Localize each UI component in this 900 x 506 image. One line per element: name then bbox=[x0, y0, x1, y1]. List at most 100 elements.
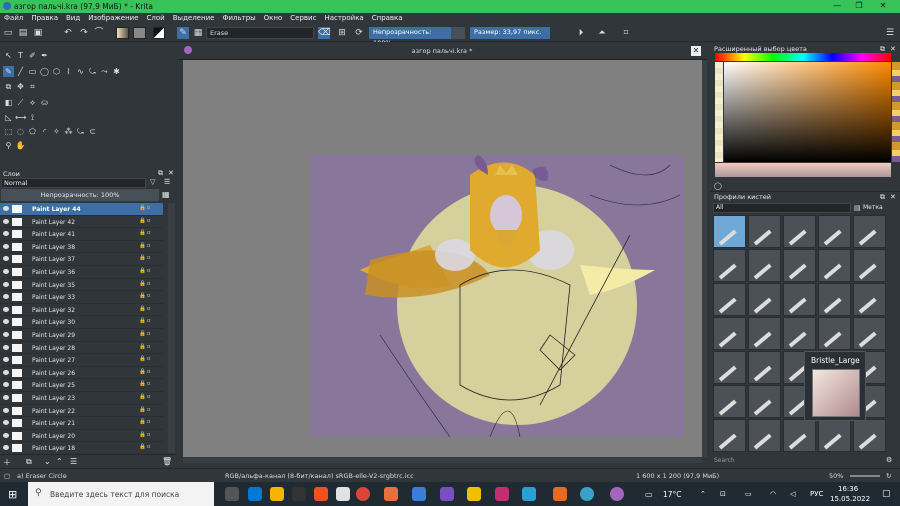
close-panel-icon[interactable]: ✕ bbox=[168, 169, 174, 177]
layer-lock-alpha-icons[interactable]: 🔒α bbox=[139, 407, 151, 413]
menu-tools[interactable]: Сервис bbox=[286, 13, 320, 23]
brush-preset-item[interactable] bbox=[818, 317, 851, 350]
layer-lock-alpha-icons[interactable]: 🔒α bbox=[139, 344, 151, 350]
gradient-tool-icon[interactable]: ◧ bbox=[3, 97, 14, 108]
app-icon-3[interactable] bbox=[412, 487, 426, 501]
gradient-swatch[interactable] bbox=[116, 27, 129, 39]
brush-presets-icon[interactable]: ✎ bbox=[177, 27, 189, 39]
artwork[interactable] bbox=[310, 155, 684, 437]
open-document-icon[interactable]: ▤ bbox=[17, 27, 29, 39]
taskbar-search[interactable]: ⚲ Введите здесь текст для поиска bbox=[28, 482, 214, 506]
polyline-tool-icon[interactable]: ⌇ bbox=[63, 66, 74, 77]
zoom-level[interactable]: 50% bbox=[829, 472, 843, 480]
mirror-vertical-icon[interactable]: ⏶ bbox=[596, 27, 608, 39]
multibrush-icon[interactable]: ✱ bbox=[111, 66, 122, 77]
visibility-icon[interactable] bbox=[3, 407, 9, 413]
layer-lock-alpha-icons[interactable]: 🔒α bbox=[139, 432, 151, 438]
brush-preset-item[interactable] bbox=[748, 419, 781, 452]
visibility-icon[interactable] bbox=[3, 344, 9, 350]
menu-select[interactable]: Выделение bbox=[169, 13, 219, 23]
layer-row[interactable]: Paint Layer 36 🔒α bbox=[0, 266, 163, 279]
calligraphy-icon[interactable]: ✒ bbox=[39, 50, 50, 61]
visibility-icon[interactable] bbox=[3, 319, 9, 325]
layer-lock-alpha-icons[interactable]: 🔒α bbox=[139, 268, 151, 274]
alpha-lock-icon[interactable]: ⊞ bbox=[336, 27, 348, 39]
layer-opacity-slider[interactable]: Непрозрачность: 100% bbox=[1, 189, 159, 201]
smart-patch-icon[interactable]: ⟡ bbox=[27, 97, 38, 108]
assistant-tool-icon[interactable]: ◺ bbox=[3, 112, 14, 123]
bezier-tool-icon[interactable]: ∿ bbox=[75, 66, 86, 77]
layer-row[interactable]: Paint Layer 35 🔒α bbox=[0, 279, 163, 292]
layer-row[interactable]: Paint Layer 32 🔒α bbox=[0, 304, 163, 317]
tag-icon[interactable]: ▤ bbox=[854, 204, 861, 212]
layer-filter-icon[interactable]: ▽ bbox=[150, 178, 155, 186]
brush-preset-item[interactable] bbox=[853, 317, 886, 350]
brush-preset-item[interactable] bbox=[853, 215, 886, 248]
app-icon-1[interactable] bbox=[336, 487, 350, 501]
minimize-button[interactable]: — bbox=[830, 1, 844, 10]
similar-select-icon[interactable]: ⁂ bbox=[63, 126, 74, 137]
polygon-select-icon[interactable]: ⬠ bbox=[27, 126, 38, 137]
add-layer-icon[interactable]: ＋ bbox=[3, 457, 11, 468]
brush-preset-item[interactable] bbox=[748, 385, 781, 418]
layer-row[interactable]: Paint Layer 29 🔒α bbox=[0, 329, 163, 342]
rotation-icon[interactable]: ↻ bbox=[886, 472, 891, 480]
menu-file[interactable]: Файл bbox=[0, 13, 27, 23]
clock-date[interactable]: 15.05.2022 bbox=[830, 495, 870, 503]
app-icon-4[interactable] bbox=[440, 487, 454, 501]
mail-icon[interactable] bbox=[522, 487, 536, 501]
windows-start-icon[interactable]: ⊞ bbox=[8, 488, 17, 501]
curve-icon[interactable]: ⌒ bbox=[93, 27, 105, 39]
freehand-brush-icon[interactable]: ✎ bbox=[3, 66, 14, 77]
measure-tool-icon[interactable]: ⟷ bbox=[15, 112, 26, 123]
freehand-path-icon[interactable]: ⤿ bbox=[87, 66, 98, 77]
layer-list-scrollbar[interactable] bbox=[168, 203, 175, 453]
color-picker-icon[interactable]: ⟋ bbox=[15, 97, 26, 108]
brush-preset-item[interactable] bbox=[818, 215, 851, 248]
layer-row[interactable]: Paint Layer 30 🔒α bbox=[0, 316, 163, 329]
line-tool-icon[interactable]: ╱ bbox=[15, 66, 26, 77]
hue-bar[interactable] bbox=[715, 53, 891, 61]
brush-preset-item[interactable] bbox=[713, 283, 746, 316]
input-language[interactable]: РУС bbox=[810, 490, 823, 498]
ellipse-select-icon[interactable]: ◌ bbox=[15, 126, 26, 137]
visibility-icon[interactable] bbox=[3, 243, 9, 249]
layer-lock-alpha-icons[interactable]: 🔒α bbox=[139, 419, 151, 425]
close-color-panel-icon[interactable]: ✕ bbox=[890, 45, 896, 53]
saturation-value-area[interactable] bbox=[724, 62, 891, 162]
brush-preset-item[interactable] bbox=[713, 317, 746, 350]
freehand-select-icon[interactable]: ◜ bbox=[39, 126, 50, 137]
toolbar-menu-icon[interactable]: ☰ bbox=[884, 27, 896, 39]
rect-select-icon[interactable]: ⬚ bbox=[3, 126, 14, 137]
brush-preset-item[interactable] bbox=[748, 283, 781, 316]
menu-filters[interactable]: Фильтры bbox=[218, 13, 259, 23]
menu-settings[interactable]: Настройка bbox=[320, 13, 367, 23]
store-icon[interactable] bbox=[292, 487, 306, 501]
eraser-mode-icon[interactable]: ⌫ bbox=[318, 27, 331, 39]
select-shapes-icon[interactable]: ↖ bbox=[3, 50, 14, 61]
layer-lock-alpha-icons[interactable]: 🔒α bbox=[139, 243, 151, 249]
tag-label[interactable]: Метка bbox=[863, 204, 883, 211]
visibility-icon[interactable] bbox=[3, 218, 9, 224]
move-tool-icon[interactable]: ✥ bbox=[15, 81, 26, 92]
brush-preset-field[interactable]: Erase bbox=[206, 27, 314, 39]
visibility-icon[interactable] bbox=[3, 231, 9, 237]
network-icon[interactable]: ⊡ bbox=[720, 490, 726, 498]
explorer-icon[interactable] bbox=[270, 487, 284, 501]
weather-temp[interactable]: 17°C bbox=[663, 490, 682, 499]
rectangle-tool-icon[interactable]: ▭ bbox=[27, 66, 38, 77]
layer-row[interactable]: Paint Layer 41 🔒α bbox=[0, 228, 163, 241]
visibility-icon[interactable] bbox=[3, 382, 9, 388]
canvas-h-scrollbar[interactable] bbox=[183, 458, 702, 463]
brush-preset-item[interactable] bbox=[818, 249, 851, 282]
layer-row[interactable]: Paint Layer 33 🔒α bbox=[0, 291, 163, 304]
document-tab[interactable]: азгор пальчі.kra * ✕ bbox=[177, 42, 707, 60]
reload-preset-icon[interactable]: ⟳ bbox=[353, 27, 365, 39]
brush-preset-item[interactable] bbox=[748, 215, 781, 248]
color-history-left[interactable] bbox=[715, 62, 723, 162]
visibility-icon[interactable] bbox=[3, 206, 9, 211]
layer-row[interactable]: Paint Layer 26 🔒α bbox=[0, 367, 163, 380]
fg-bg-color-icon[interactable] bbox=[153, 27, 165, 39]
layer-row[interactable]: Paint Layer 27 🔒α bbox=[0, 354, 163, 367]
brush-preset-item[interactable] bbox=[713, 215, 746, 248]
